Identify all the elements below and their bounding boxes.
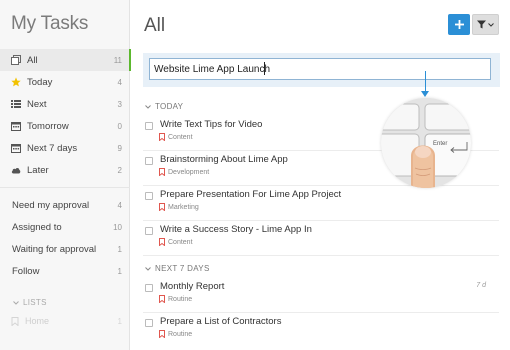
new-task-input[interactable]	[149, 58, 491, 80]
callout-arrow-head	[421, 91, 429, 97]
sidebar-item-count: 9	[117, 143, 122, 153]
filter-button[interactable]	[472, 14, 499, 35]
sidebar-item-tomorrow[interactable]: Tomorrow 0	[0, 115, 130, 137]
tag-bookmark-icon	[159, 133, 165, 141]
lists-section-toggle[interactable]: LISTS	[13, 298, 47, 307]
chevron-down-icon	[145, 266, 151, 271]
lists-header-label: LISTS	[23, 298, 47, 307]
task-title[interactable]: Brainstorming About Lime App	[160, 154, 288, 165]
sidebar-item-count: 10	[113, 222, 122, 232]
task-tag-label: Content	[168, 133, 193, 141]
chevron-down-icon	[145, 104, 151, 109]
task-tag-label: Content	[168, 238, 193, 246]
sidebar-item-waiting-for-approval[interactable]: Waiting for approval 1	[0, 238, 130, 260]
sidebar-divider	[0, 187, 130, 188]
tag-bookmark-icon	[159, 168, 165, 176]
all-tasks-icon	[11, 55, 21, 65]
text-caret	[264, 62, 265, 75]
chevron-down-icon	[13, 300, 19, 305]
task-row[interactable]: Prepare a List of Contractors Routine	[143, 313, 499, 348]
add-task-button[interactable]	[448, 14, 470, 35]
sidebar-item-home[interactable]: Home 1	[0, 311, 130, 331]
sidebar-item-count: 4	[117, 200, 122, 210]
task-tag-label: Routine	[168, 330, 193, 338]
sidebar-item-label: Tomorrow	[27, 120, 69, 132]
sidebar-item-next-7-days[interactable]: Next 7 days 9	[0, 137, 130, 159]
sidebar-item-count: 1	[117, 316, 122, 326]
sidebar-item-label: Next 7 days	[27, 142, 78, 154]
sidebar-item-later[interactable]: Later 2	[0, 159, 130, 181]
task-checkbox[interactable]	[145, 157, 153, 165]
sidebar-item-label: Next	[27, 98, 47, 110]
page-title: All	[144, 15, 166, 36]
filter-icon	[477, 20, 486, 29]
task-row[interactable]: Monthly Report Routine 7 d	[143, 278, 499, 313]
sidebar-item-label: Need my approval	[12, 199, 90, 211]
sidebar-item-today[interactable]: Today 4	[0, 71, 130, 93]
task-title[interactable]: Write Text Tips for Video	[160, 119, 262, 130]
task-checkbox[interactable]	[145, 284, 153, 292]
list-icon	[11, 99, 21, 109]
task-checkbox[interactable]	[145, 192, 153, 200]
sidebar-item-assigned-to[interactable]: Assigned to 10	[0, 216, 130, 238]
sidebar-item-follow[interactable]: Follow 1	[0, 260, 130, 282]
task-row[interactable]: Write a Success Story - Lime App In Cont…	[143, 221, 499, 256]
task-tag: Routine	[159, 330, 192, 338]
section-label: TODAY	[155, 102, 184, 111]
sidebar-item-count: 0	[117, 121, 122, 131]
task-tag: Routine	[159, 295, 192, 303]
task-row[interactable]: Prepare Presentation For Lime App Projec…	[143, 186, 499, 221]
task-tag: Development	[159, 168, 209, 176]
sidebar-item-count: 11	[113, 55, 122, 65]
task-checkbox[interactable]	[145, 319, 153, 327]
star-icon	[11, 77, 21, 87]
enter-key-label: Enter	[433, 141, 447, 147]
task-checkbox[interactable]	[145, 122, 153, 130]
sidebar-item-next[interactable]: Next 3	[0, 93, 130, 115]
tag-bookmark-icon	[159, 238, 165, 246]
task-tag: Content	[159, 133, 193, 141]
task-checkbox[interactable]	[145, 227, 153, 235]
sidebar-item-label: Today	[27, 76, 53, 88]
tag-bookmark-icon	[159, 295, 165, 303]
task-title[interactable]: Monthly Report	[160, 281, 224, 292]
task-title[interactable]: Prepare a List of Contractors	[160, 316, 281, 327]
cloud-icon	[11, 165, 21, 175]
chevron-down-icon	[488, 22, 494, 27]
sidebar-item-all[interactable]: All 11	[0, 49, 131, 71]
sidebar-item-count: 3	[117, 99, 122, 109]
sidebar-item-count: 2	[117, 165, 122, 175]
sidebar: My Tasks All 11 Today 4 Next 3 Tomorrow …	[0, 0, 131, 350]
task-title[interactable]: Prepare Presentation For Lime App Projec…	[160, 189, 341, 200]
enter-key-illustration: Enter	[381, 98, 471, 188]
calendar-icon	[11, 143, 21, 153]
tag-bookmark-icon	[159, 203, 165, 211]
app-title: My Tasks	[11, 13, 89, 34]
task-tag: Content	[159, 238, 193, 246]
task-title[interactable]: Write a Success Story - Lime App In	[160, 224, 312, 235]
task-tag-label: Development	[168, 168, 210, 176]
sidebar-item-label: Later	[27, 164, 49, 176]
sidebar-item-label: Home	[25, 316, 50, 326]
sidebar-item-count: 1	[117, 244, 122, 254]
sidebar-item-label: All	[27, 54, 38, 66]
bookmark-icon	[11, 316, 19, 326]
task-tag-label: Routine	[168, 295, 193, 303]
sidebar-item-count: 4	[117, 77, 122, 87]
sidebar-item-count: 1	[117, 266, 122, 276]
calendar-icon	[11, 121, 21, 131]
section-label: NEXT 7 DAYS	[155, 264, 210, 273]
sidebar-item-label: Waiting for approval	[12, 243, 97, 255]
sidebar-item-label: Assigned to	[12, 221, 62, 233]
plus-icon	[454, 20, 464, 29]
sidebar-item-need-my-approval[interactable]: Need my approval 4	[0, 194, 130, 216]
section-header-today[interactable]: TODAY	[145, 102, 183, 111]
tag-bookmark-icon	[159, 330, 165, 338]
task-tag: Marketing	[159, 203, 199, 211]
task-tag-label: Marketing	[168, 203, 199, 211]
task-due-date: 7 d	[476, 282, 486, 289]
sidebar-item-label: Follow	[12, 265, 40, 277]
section-header-next-7-days[interactable]: NEXT 7 DAYS	[145, 264, 210, 273]
sidebar-nav: All 11 Today 4 Next 3 Tomorrow 0 Next 7 …	[0, 49, 131, 282]
